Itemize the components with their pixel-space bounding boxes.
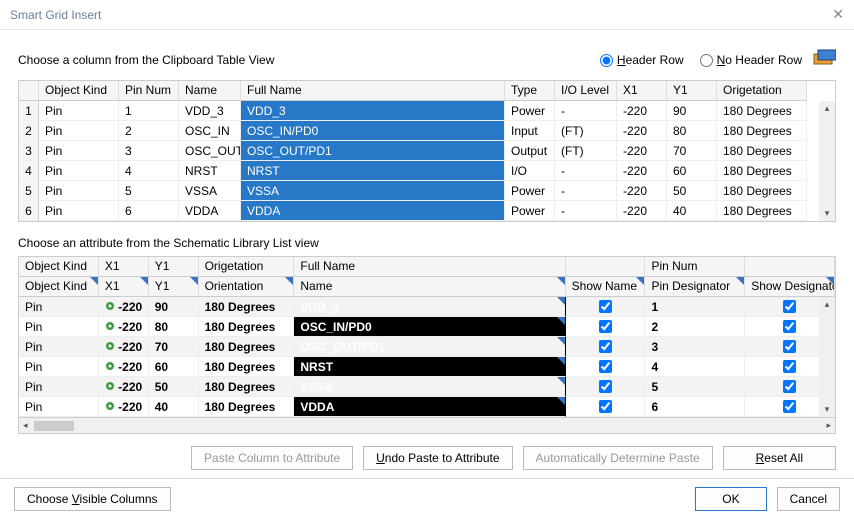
col-type[interactable]: Type	[505, 81, 555, 101]
vertical-scrollbar[interactable]: ▴▾	[819, 101, 835, 221]
pin-icon	[105, 300, 115, 314]
col2-pin-num[interactable]: Pin Num	[645, 257, 745, 277]
scroll-down-icon[interactable]: ▾	[825, 404, 830, 415]
table-row[interactable]: 6Pin6VDDAVDDAPower--22040180 Degrees	[19, 201, 835, 221]
show-designator-checkbox[interactable]	[783, 400, 796, 413]
scrollbar-thumb[interactable]	[34, 421, 74, 431]
col2-y1[interactable]: Y1	[149, 257, 199, 277]
show-designator-checkbox[interactable]	[783, 300, 796, 313]
pin-icon	[105, 400, 115, 414]
no-header-row-radio[interactable]: No Header Row	[700, 53, 802, 67]
pin-icon	[105, 340, 115, 354]
col-object-kind[interactable]: Object Kind	[39, 81, 119, 101]
reset-all-button[interactable]: Reset All	[723, 446, 836, 470]
scroll-left-icon[interactable]: ◂	[23, 420, 28, 431]
titlebar: Smart Grid Insert ✕	[0, 0, 854, 30]
col-orientation[interactable]: Origetation	[717, 81, 807, 101]
ok-button[interactable]: OK	[695, 487, 766, 511]
table-row[interactable]: 2Pin2OSC_INOSC_IN/PD0Input(FT)-22080180 …	[19, 121, 835, 141]
col2-full-name[interactable]: Full Name	[294, 257, 565, 277]
col-io-level[interactable]: I/O Level	[555, 81, 617, 101]
show-designator-checkbox[interactable]	[783, 380, 796, 393]
table-row[interactable]: 3Pin3OSC_OUTOSC_OUT/PD1Output(FT)-220701…	[19, 141, 835, 161]
scroll-up-icon[interactable]: ▴	[825, 103, 830, 114]
col2-object-kind[interactable]: Object Kind	[19, 257, 99, 277]
pin-icon	[105, 380, 115, 394]
settings-icon[interactable]	[812, 48, 836, 72]
col-x1[interactable]: X1	[617, 81, 667, 101]
horizontal-scrollbar[interactable]: ◂ ▸	[18, 418, 836, 434]
undo-paste-button[interactable]: Undo Paste to Attribute	[363, 446, 512, 470]
choose-visible-columns-button[interactable]: Choose Visible Columns	[14, 487, 171, 511]
paste-column-button[interactable]: Paste Column to Attribute	[191, 446, 353, 470]
table-row[interactable]: 1Pin1VDD_3VDD_3Power--22090180 Degrees	[19, 101, 835, 121]
show-name-checkbox[interactable]	[599, 380, 612, 393]
show-designator-checkbox[interactable]	[783, 320, 796, 333]
table-row[interactable]: Pin -22080180 DegreesOSC_IN/PD02	[19, 317, 835, 337]
vertical-scrollbar-2[interactable]: ▴▾	[819, 297, 835, 417]
table-row[interactable]: 4Pin4NRSTNRSTI/O--22060180 Degrees	[19, 161, 835, 181]
clipboard-prompt: Choose a column from the Clipboard Table…	[18, 53, 600, 67]
col-full-name[interactable]: Full Name	[241, 81, 505, 101]
show-name-checkbox[interactable]	[599, 400, 612, 413]
table-row[interactable]: Pin -22070180 DegreesOSC_OUT/PD13	[19, 337, 835, 357]
close-icon[interactable]: ✕	[832, 6, 844, 23]
header-row-radio[interactable]: Header Row	[600, 53, 684, 67]
table-row[interactable]: 5Pin5VSSAVSSAPower--22050180 Degrees	[19, 181, 835, 201]
clipboard-table[interactable]: Object Kind Pin Num Name Full Name Type …	[18, 80, 836, 222]
table-row[interactable]: Pin -22060180 DegreesNRST4	[19, 357, 835, 377]
header-row-input[interactable]	[600, 54, 613, 67]
scroll-right-icon[interactable]: ▸	[826, 420, 831, 431]
scroll-down-icon[interactable]: ▾	[825, 208, 830, 219]
header-row-radio-group: Header Row No Header Row	[600, 53, 802, 67]
scroll-up-icon[interactable]: ▴	[825, 299, 830, 310]
col-name[interactable]: Name	[179, 81, 241, 101]
schematic-prompt: Choose an attribute from the Schematic L…	[18, 236, 836, 250]
show-designator-checkbox[interactable]	[783, 360, 796, 373]
schematic-table[interactable]: Object Kind X1 Y1 Origetation Full Name …	[18, 256, 836, 418]
col2-x1[interactable]: X1	[99, 257, 149, 277]
show-name-checkbox[interactable]	[599, 360, 612, 373]
table-row[interactable]: Pin -22050180 DegreesVSSA5	[19, 377, 835, 397]
pin-icon	[105, 360, 115, 374]
col-pin-num[interactable]: Pin Num	[119, 81, 179, 101]
show-name-checkbox[interactable]	[599, 300, 612, 313]
pin-icon	[105, 320, 115, 334]
cancel-button[interactable]: Cancel	[777, 487, 840, 511]
no-header-row-input[interactable]	[700, 54, 713, 67]
table-row[interactable]: Pin -22040180 DegreesVDDA6	[19, 397, 835, 417]
table-row[interactable]: Pin -22090180 DegreesVDD_31	[19, 297, 835, 317]
show-name-checkbox[interactable]	[599, 320, 612, 333]
col2-origetation[interactable]: Origetation	[199, 257, 295, 277]
show-designator-checkbox[interactable]	[783, 340, 796, 353]
auto-determine-button[interactable]: Automatically Determine Paste	[523, 446, 713, 470]
col-y1[interactable]: Y1	[667, 81, 717, 101]
window-title: Smart Grid Insert	[10, 8, 832, 22]
show-name-checkbox[interactable]	[599, 340, 612, 353]
